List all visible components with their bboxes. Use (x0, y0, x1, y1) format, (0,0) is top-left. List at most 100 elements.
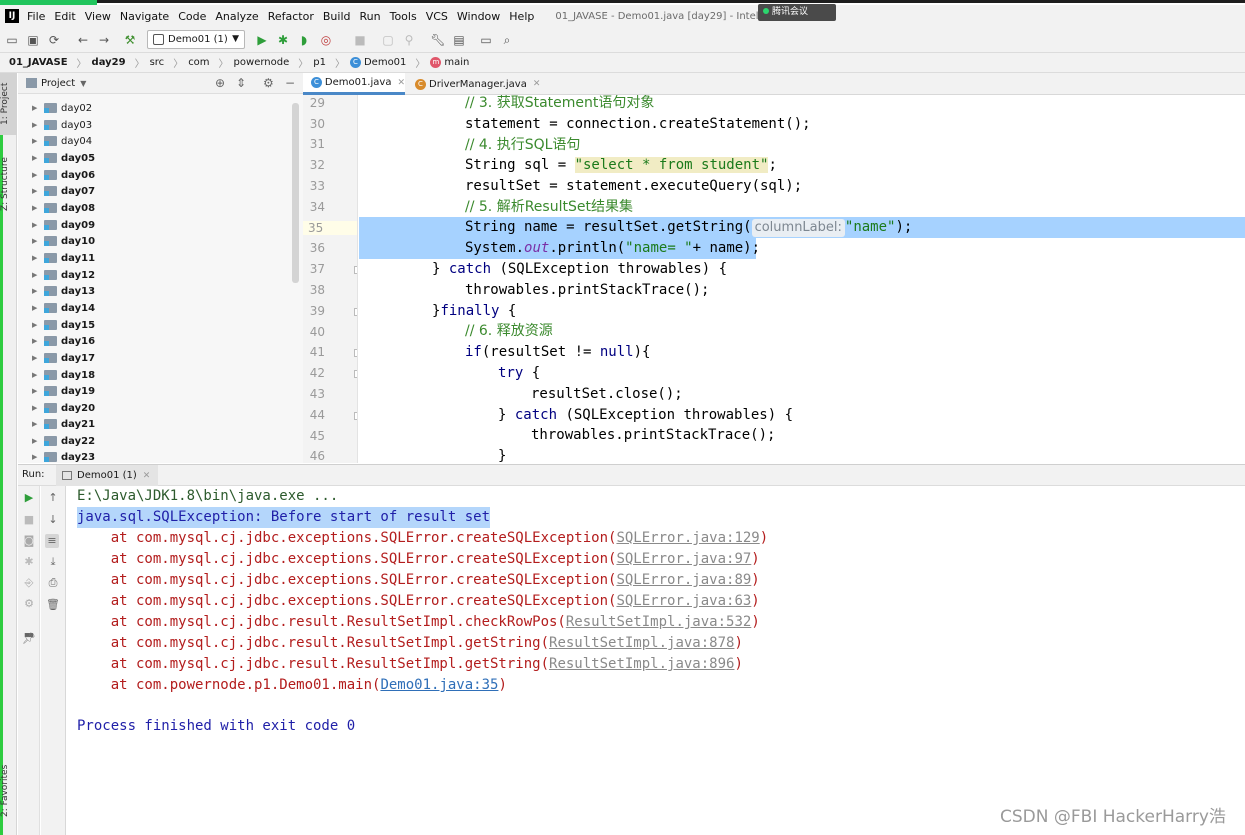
expand-arrow-icon[interactable]: ▶ (32, 453, 44, 461)
back-arrow-icon[interactable]: ← (75, 32, 91, 48)
debug-icon[interactable]: ✱ (275, 32, 291, 48)
soft-wrap-icon[interactable]: ≡ (45, 534, 59, 548)
search-icon[interactable]: ⌕ (499, 32, 515, 48)
crumb-src[interactable]: src (150, 57, 165, 68)
debug-icon[interactable]: ✱ (22, 555, 36, 569)
expand-arrow-icon[interactable]: ▶ (32, 404, 44, 412)
trash-icon[interactable]: 🗑︎ (46, 598, 60, 612)
expand-arrow-icon[interactable]: ▶ (32, 337, 44, 345)
tree-item-day04[interactable]: ▶ day04 (32, 133, 92, 149)
crumb-p1[interactable]: p1 (313, 57, 326, 68)
expand-arrow-icon[interactable]: ▶ (32, 354, 44, 362)
terminal-icon[interactable]: ▭ (478, 32, 494, 48)
tree-item-day23[interactable]: ▶ day23 (32, 449, 95, 463)
tree-item-day21[interactable]: ▶ day21 (32, 416, 95, 432)
tree-item-day20[interactable]: ▶ day20 (32, 400, 95, 416)
tree-item-day12[interactable]: ▶ day12 (32, 267, 95, 283)
tree-item-day15[interactable]: ▶ day15 (32, 317, 95, 333)
source-link[interactable]: Demo01.java:35 (380, 677, 498, 693)
expand-arrow-icon[interactable]: ▶ (32, 237, 44, 245)
minimize-icon[interactable]: − (285, 76, 295, 90)
expand-arrow-icon[interactable]: ▶ (32, 154, 44, 162)
expand-arrow-icon[interactable]: ▶ (32, 287, 44, 295)
tree-item-day06[interactable]: ▶ day06 (32, 167, 95, 183)
up-arrow-icon[interactable]: ↑ (46, 491, 60, 505)
tree-item-day02[interactable]: ▶ day02 (32, 100, 92, 116)
open-folder-icon[interactable]: ▭ (4, 32, 20, 48)
expand-arrow-icon[interactable]: ▶ (32, 304, 44, 312)
update-icon[interactable]: ⚲ (401, 32, 417, 48)
menu-tools[interactable]: Tools (390, 10, 417, 23)
tree-item-day11[interactable]: ▶ day11 (32, 250, 95, 266)
profile-icon[interactable]: ◎ (318, 32, 334, 48)
stop-icon[interactable]: ■ (352, 32, 368, 48)
fold-marker-icon[interactable] (354, 370, 357, 378)
save-icon[interactable]: ▣ (25, 32, 41, 48)
menu-run[interactable]: Run (360, 10, 381, 23)
menu-vcs[interactable]: VCS (426, 10, 448, 23)
run-tab[interactable]: Demo01 (1) ✕ (56, 465, 159, 486)
close-icon[interactable]: ✕ (533, 79, 541, 89)
menu-analyze[interactable]: Analyze (215, 10, 258, 23)
menu-navigate[interactable]: Navigate (120, 10, 169, 23)
run-icon[interactable]: ▶ (254, 32, 270, 48)
tree-item-day05[interactable]: ▶ day05 (32, 150, 95, 166)
expand-arrow-icon[interactable]: ▶ (32, 221, 44, 229)
expand-arrow-icon[interactable]: ▶ (32, 121, 44, 129)
project-panel-title[interactable]: Project (41, 78, 75, 89)
expand-arrow-icon[interactable]: ▶ (32, 437, 44, 445)
source-link[interactable]: SQLError.java:97 (616, 551, 751, 567)
exit-icon[interactable]: ⎆ (22, 576, 36, 590)
expand-arrow-icon[interactable]: ▶ (32, 271, 44, 279)
sync-icon[interactable]: ⟳ (46, 32, 62, 48)
fold-marker-icon[interactable] (354, 308, 357, 316)
fold-marker-icon[interactable] (354, 412, 357, 420)
tab-demo01-java[interactable]: C Demo01.java ✕ (303, 73, 405, 95)
expand-arrow-icon[interactable]: ▶ (32, 137, 44, 145)
tree-item-day07[interactable]: ▶ day07 (32, 183, 95, 199)
run-configuration-select[interactable]: Demo01 (1) ▼ (147, 30, 245, 49)
expand-arrow-icon[interactable]: ▶ (32, 321, 44, 329)
build-hammer-icon[interactable]: ⚒ (122, 32, 138, 48)
tree-item-day19[interactable]: ▶ day19 (32, 383, 95, 399)
layout-icon[interactable] (22, 604, 36, 618)
menu-refactor[interactable]: Refactor (268, 10, 314, 23)
expand-arrow-icon[interactable]: ▶ (32, 104, 44, 112)
forward-arrow-icon[interactable]: → (96, 32, 112, 48)
collapse-icon[interactable]: ⇕ (236, 76, 246, 90)
menu-code[interactable]: Code (178, 10, 206, 23)
chevron-down-icon[interactable]: ▼ (80, 79, 86, 88)
coverage-icon[interactable]: ◗ (296, 32, 312, 48)
menu-build[interactable]: Build (323, 10, 351, 23)
settings-wrench-icon[interactable]: 🔧︎ (430, 32, 446, 48)
tree-item-day17[interactable]: ▶ day17 (32, 350, 95, 366)
project-structure-icon[interactable]: ▤ (451, 32, 467, 48)
crumb-class[interactable]: C Demo01 (349, 57, 406, 68)
scroll-to-end-icon[interactable]: ⤓ (46, 555, 60, 569)
expand-arrow-icon[interactable]: ▶ (32, 371, 44, 379)
source-link[interactable]: ResultSetImpl.java:532 (566, 614, 751, 630)
close-icon[interactable]: ✕ (397, 78, 405, 88)
expand-arrow-icon[interactable]: ▶ (32, 420, 44, 428)
tree-item-day16[interactable]: ▶ day16 (32, 333, 95, 349)
tool-tab-project[interactable]: 1: Project (0, 73, 17, 135)
expand-arrow-icon[interactable]: ▶ (32, 387, 44, 395)
tool-tab-favorites[interactable]: 2: Favorites (0, 755, 17, 827)
menu-view[interactable]: View (85, 10, 111, 23)
tree-item-day09[interactable]: ▶ day09 (32, 217, 95, 233)
menu-file[interactable]: File (27, 10, 45, 23)
source-link[interactable]: SQLError.java:89 (616, 572, 751, 588)
tree-item-day22[interactable]: ▶ day22 (32, 433, 95, 449)
menu-edit[interactable]: Edit (54, 10, 75, 23)
expand-arrow-icon[interactable]: ▶ (32, 187, 44, 195)
locate-icon[interactable]: ⊕ (215, 76, 225, 90)
source-link[interactable]: ResultSetImpl.java:878 (549, 635, 734, 651)
pin-icon[interactable]: 📌︎ (22, 632, 36, 646)
rerun-icon[interactable]: ▶ (22, 491, 36, 505)
expand-arrow-icon[interactable]: ▶ (32, 204, 44, 212)
menu-window[interactable]: Window (457, 10, 500, 23)
expand-arrow-icon[interactable]: ▶ (32, 171, 44, 179)
close-icon[interactable]: ✕ (143, 471, 151, 481)
source-link[interactable]: SQLError.java:129 (616, 530, 759, 546)
fold-marker-icon[interactable] (354, 349, 357, 357)
